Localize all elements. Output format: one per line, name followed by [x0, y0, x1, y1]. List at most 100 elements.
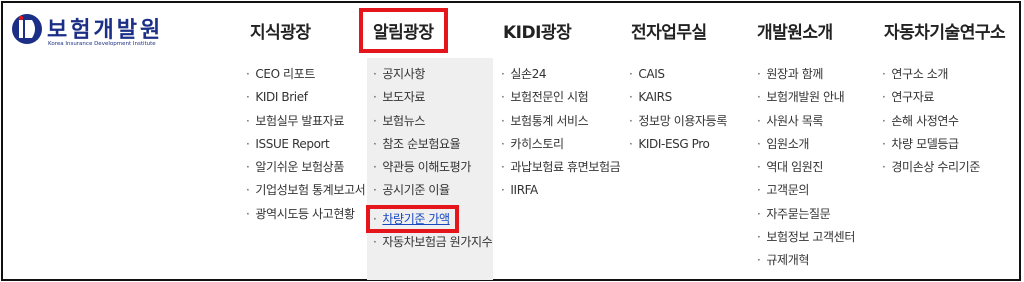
submenu-item[interactable]: · 보도자료: [373, 88, 492, 111]
submenu-knowledge: · CEO 리포트 · KIDI Brief · 보험실무 발표자료 · ISSUE R…: [246, 65, 366, 228]
submenu-item[interactable]: · 보험개발원 안내: [757, 88, 855, 111]
submenu-item[interactable]: · 연구소 소개: [882, 65, 980, 88]
submenu-item[interactable]: · CAIS: [629, 65, 727, 88]
bullet-icon: ·: [629, 67, 633, 81]
submenu-item-label: 임원소개: [766, 136, 809, 151]
submenu-item[interactable]: · 약관등 이해도평가: [373, 158, 492, 181]
submenu-item[interactable]: · 자주묻는질문: [757, 205, 855, 228]
submenu-item-label: 알기쉬운 보험상품: [255, 160, 344, 175]
submenu-item-label: 정보망 이용자등록: [638, 113, 727, 128]
logo[interactable]: 보험개발원 Korea Insurance Development Instit…: [11, 11, 181, 55]
submenu-item[interactable]: · 손해 사정연수: [882, 112, 980, 135]
submenu-item[interactable]: · 고객문의: [757, 181, 855, 204]
nav-title-e-office[interactable]: 전자업무실: [631, 18, 707, 43]
bullet-icon: ·: [501, 67, 505, 81]
submenu-item[interactable]: · 알기쉬운 보험상품: [246, 158, 365, 181]
bullet-icon: ·: [757, 183, 761, 198]
bullet-icon: ·: [373, 160, 377, 175]
submenu-item[interactable]: · KIDI Brief: [246, 88, 365, 111]
logo-english-text: Korea Insurance Development Institute: [48, 41, 156, 47]
bullet-icon: ·: [757, 230, 761, 245]
submenu-about: · 원장과 함께 · 보험개발원 안내 · 사원사 목록 · 임원소개 · 역대 임원진 …: [757, 65, 855, 275]
submenu-item[interactable]: · 실손24: [501, 65, 620, 88]
bullet-icon: ·: [882, 160, 886, 175]
bullet-icon: ·: [246, 206, 250, 221]
submenu-item-label: 실손24: [510, 67, 547, 81]
submenu-item[interactable]: · 규제개혁: [757, 251, 855, 274]
bullet-icon: ·: [373, 67, 377, 81]
submenu-item-label: 손해 사정연수: [891, 113, 959, 128]
submenu-item[interactable]: · 보험전문인 시험: [501, 88, 620, 111]
submenu-item[interactable]: · 정보망 이용자등록: [629, 112, 727, 135]
submenu-item[interactable]: · IIRFA: [501, 181, 620, 204]
submenu-item[interactable]: · 과납보험료 휴면보험금: [501, 158, 621, 181]
submenu-item[interactable]: · 광역시도등 사고현황: [246, 205, 365, 228]
bullet-icon: ·: [882, 136, 886, 151]
submenu-item-label: CEO 리포트: [255, 67, 315, 81]
logo-korean-text: 보험개발원: [47, 17, 164, 43]
submenu-item-label: 연구소 소개: [891, 67, 949, 81]
submenu-item[interactable]: · 사원사 목록: [757, 112, 855, 135]
nav-title-about[interactable]: 개발원소개: [757, 18, 833, 43]
bullet-icon: ·: [757, 136, 761, 151]
submenu-item[interactable]: · 자동차보험금 원가지수: [373, 233, 493, 256]
bullet-icon: ·: [246, 183, 250, 198]
submenu-item[interactable]: · 원장과 함께: [757, 65, 855, 88]
nav-title-kidi[interactable]: KIDI광장: [503, 18, 572, 43]
submenu-item-label: 보험정보 고객센터: [766, 230, 855, 245]
submenu-item[interactable]: · KIDI-ESG Pro: [629, 135, 727, 158]
submenu-kidi: · 실손24 · 보험전문인 시험 · 보험통계 서비스 · 카히스토리 · 과납보험료 …: [501, 65, 621, 205]
submenu-item-label: 역대 임원진: [766, 160, 824, 175]
bullet-icon: ·: [882, 90, 886, 105]
submenu-item[interactable]: · 참조 순보험요율: [373, 135, 492, 158]
nav-title-notice[interactable]: 알림광장: [359, 8, 448, 53]
submenu-item-label: KAIRS: [638, 90, 672, 105]
nav-title-auto-research[interactable]: 자동차기술연구소: [884, 18, 1006, 43]
submenu-item-label: 보험개발원 안내: [766, 90, 845, 105]
submenu-item-label: 보험전문인 시험: [510, 90, 589, 105]
submenu-item[interactable]: · 임원소개: [757, 135, 855, 158]
submenu-item-label: CAIS: [638, 67, 665, 81]
nav-title-knowledge[interactable]: 지식광장: [250, 18, 311, 43]
bullet-icon: ·: [501, 113, 505, 128]
bullet-icon: ·: [629, 90, 633, 105]
bullet-icon: ·: [757, 90, 761, 105]
submenu-item-label: 보험실무 발표자료: [255, 113, 344, 128]
submenu-item-label: 카히스토리: [510, 136, 564, 151]
submenu-item[interactable]: · 기업성보험 통계보고서: [246, 181, 366, 204]
bullet-icon: ·: [629, 136, 633, 151]
bullet-icon: ·: [373, 183, 377, 198]
bullet-icon: ·: [373, 113, 377, 128]
bullet-icon: ·: [246, 136, 250, 151]
submenu-item[interactable]: · 공시기준 이율: [373, 181, 492, 204]
bullet-icon: ·: [757, 67, 761, 81]
submenu-item[interactable]: · ISSUE Report: [246, 135, 365, 158]
submenu-item-label: 규제개혁: [766, 253, 809, 268]
submenu-item[interactable]: · 역대 임원진: [757, 158, 855, 181]
submenu-item[interactable]: · CEO 리포트: [246, 65, 365, 88]
submenu-item-label: 공시기준 이율: [382, 183, 450, 198]
submenu-item-vehicle-value[interactable]: · 차량기준 가액: [366, 204, 459, 233]
submenu-item-label: 자주묻는질문: [766, 206, 831, 221]
submenu-item[interactable]: · 보험뉴스: [373, 112, 492, 135]
submenu-item-label: ISSUE Report: [255, 136, 330, 151]
submenu-item-label: 자동차보험금 원가지수: [382, 234, 493, 249]
submenu-item[interactable]: · KAIRS: [629, 88, 727, 111]
submenu-item-label: 차량기준 가액: [382, 211, 450, 226]
submenu-item[interactable]: · 차량 모델등급: [882, 135, 980, 158]
submenu-item[interactable]: · 보험실무 발표자료: [246, 112, 365, 135]
submenu-item[interactable]: · 경미손상 수리기준: [882, 158, 980, 181]
submenu-item[interactable]: · 카히스토리: [501, 135, 620, 158]
bullet-icon: ·: [501, 136, 505, 151]
submenu-item-label: 기업성보험 통계보고서: [255, 183, 366, 198]
submenu-item[interactable]: · 보험정보 고객센터: [757, 228, 855, 251]
bullet-icon: ·: [757, 253, 761, 268]
bullet-icon: ·: [373, 136, 377, 151]
bullet-icon: ·: [373, 90, 377, 105]
submenu-item[interactable]: · 보험통계 서비스: [501, 112, 620, 135]
submenu-item[interactable]: · 연구자료: [882, 88, 980, 111]
submenu-item[interactable]: · 공지사항: [373, 65, 492, 88]
bullet-icon: ·: [757, 113, 761, 128]
submenu-item-label: 공지사항: [382, 67, 425, 81]
submenu-item-label: 보험통계 서비스: [510, 113, 589, 128]
